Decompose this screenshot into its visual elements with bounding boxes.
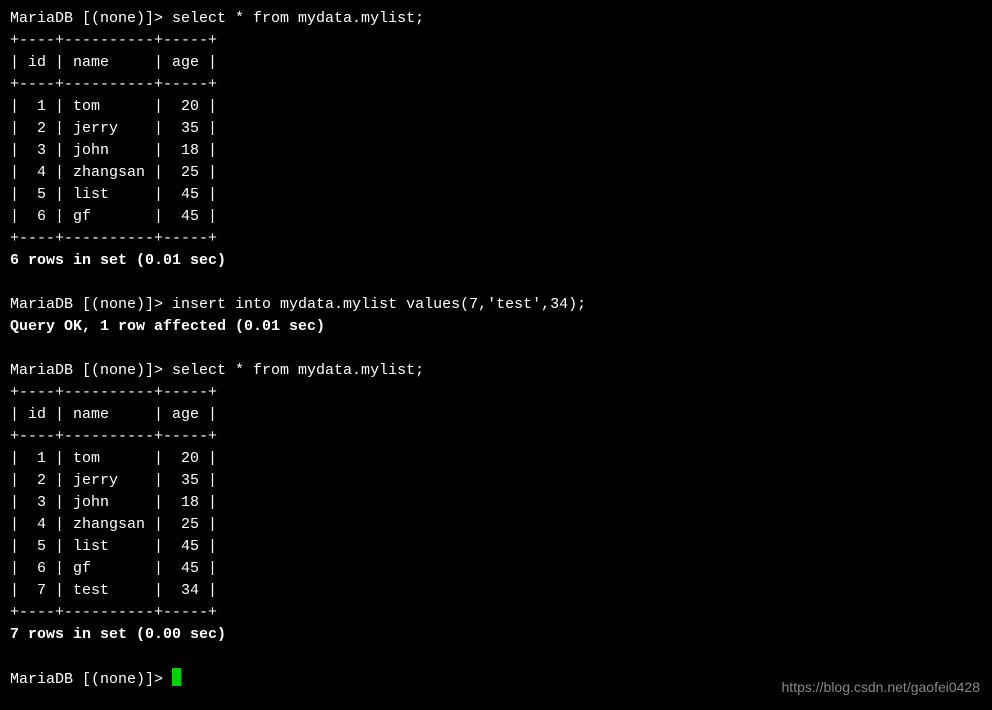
table-rows-2: | 1 | tom | 20 || 2 | jerry | 35 || 3 | … [10,448,982,602]
db-prompt: MariaDB [(none)]> [10,296,172,313]
db-prompt: MariaDB [(none)]> [10,362,172,379]
table-row: | 1 | tom | 20 | [10,96,982,118]
watermark-text: https://blog.csdn.net/gaofei0428 [782,676,980,698]
table-row: | 2 | jerry | 35 | [10,470,982,492]
rows-summary: 7 rows in set (0.00 sec) [10,624,982,646]
table-sep: +----+----------+-----+ [10,30,982,52]
table-row: | 6 | gf | 45 | [10,558,982,580]
sql-query-1: select * from mydata.mylist; [172,10,424,27]
table-sep: +----+----------+-----+ [10,382,982,404]
prompt-line-3: MariaDB [(none)]> select * from mydata.m… [10,360,982,382]
sql-query-2: insert into mydata.mylist values(7,'test… [172,296,586,313]
table-row: | 1 | tom | 20 | [10,448,982,470]
table-row: | 6 | gf | 45 | [10,206,982,228]
prompt-line-2: MariaDB [(none)]> insert into mydata.myl… [10,294,982,316]
table-row: | 5 | list | 45 | [10,536,982,558]
db-prompt: MariaDB [(none)]> [10,10,172,27]
table-row: | 5 | list | 45 | [10,184,982,206]
table-header: | id | name | age | [10,404,982,426]
query-ok-message: Query OK, 1 row affected (0.01 sec) [10,316,982,338]
table-sep: +----+----------+-----+ [10,228,982,250]
rows-summary: 6 rows in set (0.01 sec) [10,250,982,272]
table-row: | 2 | jerry | 35 | [10,118,982,140]
table-row: | 4 | zhangsan | 25 | [10,162,982,184]
cursor-icon [172,668,181,686]
table-sep: +----+----------+-----+ [10,602,982,624]
table-rows-1: | 1 | tom | 20 || 2 | jerry | 35 || 3 | … [10,96,982,228]
table-row: | 7 | test | 34 | [10,580,982,602]
table-row: | 3 | john | 18 | [10,140,982,162]
table-row: | 4 | zhangsan | 25 | [10,514,982,536]
blank-line [10,272,982,294]
sql-query-3: select * from mydata.mylist; [172,362,424,379]
table-sep: +----+----------+-----+ [10,426,982,448]
blank-line [10,338,982,360]
db-prompt: MariaDB [(none)]> [10,671,172,688]
prompt-line-1: MariaDB [(none)]> select * from mydata.m… [10,8,982,30]
blank-line [10,646,982,668]
table-row: | 3 | john | 18 | [10,492,982,514]
table-sep: +----+----------+-----+ [10,74,982,96]
table-header: | id | name | age | [10,52,982,74]
terminal-output: MariaDB [(none)]> select * from mydata.m… [10,8,982,691]
